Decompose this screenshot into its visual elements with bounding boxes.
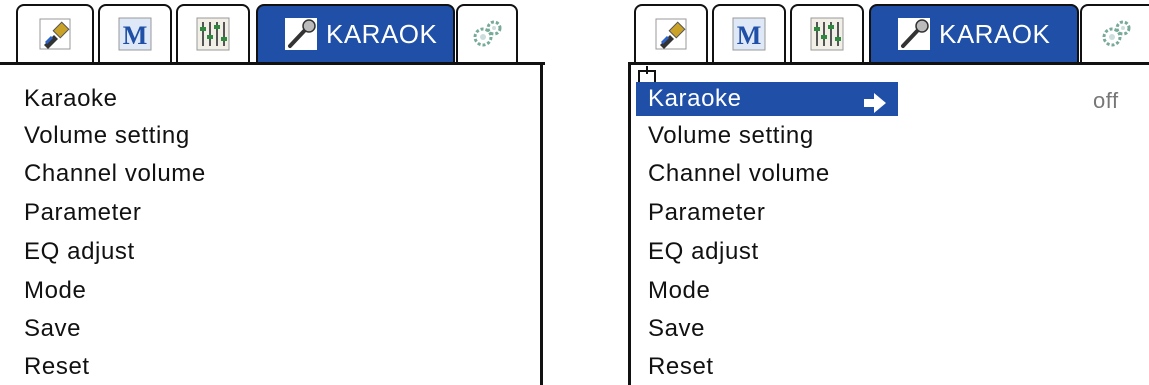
menu-item-channel-volume[interactable]: Channel volume: [24, 157, 206, 191]
menu-item-save[interactable]: Save: [24, 312, 81, 346]
tab-karaoke[interactable]: KARAOK: [869, 4, 1079, 62]
tab-usb[interactable]: [16, 4, 94, 62]
tab-music[interactable]: M: [98, 4, 172, 62]
svg-text:M: M: [737, 21, 762, 50]
microphone-icon: [284, 17, 318, 51]
menu-item-parameter[interactable]: Parameter: [24, 196, 141, 230]
tab-bar-divider: [0, 62, 545, 65]
menu-item-mode[interactable]: Mode: [636, 274, 710, 308]
tab-equalizer[interactable]: [790, 4, 864, 62]
tab-settings[interactable]: [1080, 4, 1149, 62]
tab-equalizer[interactable]: [176, 4, 250, 62]
letter-m-icon: M: [118, 17, 152, 51]
menu-item-eq-adjust[interactable]: EQ adjust: [636, 235, 759, 269]
menu-item-karaoke[interactable]: Karaoke: [636, 82, 898, 116]
tab-karaoke-label: KARAOK: [939, 18, 1051, 49]
gears-icon: [470, 17, 504, 51]
tab-karaoke[interactable]: KARAOK: [256, 4, 455, 62]
panel-border: [540, 62, 543, 385]
menu-item-karaoke[interactable]: Karaoke: [24, 82, 118, 116]
karaoke-menu-panel-right: M KARAOK Karaoke Volume setting Channel …: [628, 0, 1149, 385]
tab-bar-divider: [628, 62, 1149, 65]
equalizer-sliders-icon: [196, 17, 230, 51]
menu-item-label: Karaoke: [648, 85, 742, 112]
menu-item-mode[interactable]: Mode: [24, 274, 86, 308]
menu-item-volume-setting[interactable]: Volume setting: [636, 119, 814, 153]
menu-item-volume-setting[interactable]: Volume setting: [24, 119, 190, 153]
gears-icon: [1099, 17, 1133, 51]
tab-settings[interactable]: [456, 4, 518, 62]
tab-karaoke-label: KARAOK: [326, 18, 438, 49]
menu-item-channel-volume[interactable]: Channel volume: [636, 157, 830, 191]
karaoke-value: off: [1093, 88, 1119, 113]
equalizer-sliders-icon: [810, 17, 844, 51]
svg-text:M: M: [123, 21, 148, 50]
menu-item-reset[interactable]: Reset: [24, 350, 90, 384]
menu-item-eq-adjust[interactable]: EQ adjust: [24, 235, 135, 269]
tab-music[interactable]: M: [712, 4, 786, 62]
menu-item-save[interactable]: Save: [636, 312, 705, 346]
menu-item-reset[interactable]: Reset: [636, 350, 714, 384]
microphone-icon: [897, 17, 931, 51]
menu-item-parameter[interactable]: Parameter: [636, 196, 765, 230]
karaoke-menu-panel-left: M KARAOK Karaoke Volume setting Channel …: [0, 0, 545, 385]
tab-usb[interactable]: [634, 4, 708, 62]
arrow-right-icon: [864, 89, 886, 113]
usb-cable-icon: [38, 17, 72, 51]
letter-m-icon: M: [732, 17, 766, 51]
panel-border: [628, 62, 631, 385]
usb-cable-icon: [654, 17, 688, 51]
